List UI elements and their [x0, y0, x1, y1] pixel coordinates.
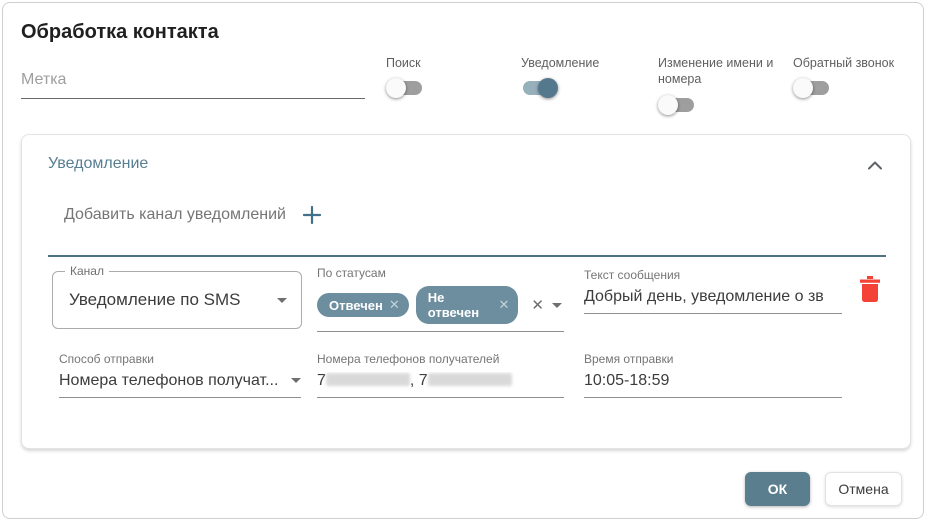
statuses-label: По статусам: [317, 266, 564, 280]
send-time-field: Время отправки 10:05-18:59: [584, 352, 842, 398]
notification-panel: Уведомление Добавить канал уведомлений К…: [21, 134, 911, 449]
channel-select-value: Уведомление по SMS: [69, 290, 241, 310]
toggle-knob: [386, 78, 406, 98]
toggle-name-number-label: Изменение имени и номера: [658, 55, 776, 88]
status-chip-label: Не отвечен: [428, 290, 493, 320]
send-method-field: Способ отправки Номера телефонов получат…: [59, 352, 301, 398]
toggle-knob: [793, 78, 813, 98]
dropdown-arrow-icon[interactable]: [552, 303, 562, 308]
add-channel-label: Добавить канал уведомлений: [64, 206, 286, 224]
recipient-phones-input[interactable]: 7 , 7: [317, 372, 564, 397]
status-chip[interactable]: Не отвечен ✕: [416, 286, 519, 324]
redacted-phone-segment: [428, 373, 512, 386]
plus-icon[interactable]: [302, 205, 322, 225]
message-label: Текст сообщения: [584, 268, 842, 282]
message-input[interactable]: Добрый день, уведомление о зв: [584, 288, 842, 313]
add-channel-row: Добавить канал уведомлений: [64, 205, 322, 225]
toggle-knob: [658, 95, 678, 115]
chip-remove-icon[interactable]: ✕: [389, 297, 400, 313]
channel-divider: [48, 255, 886, 257]
toggle-callback-label: Обратный звонок: [793, 55, 894, 71]
channel-select[interactable]: Канал Уведомление по SMS: [52, 271, 302, 329]
send-method-select[interactable]: Номера телефонов получат...: [59, 372, 301, 398]
status-chip-label: Отвечен: [329, 298, 383, 313]
chevron-up-icon[interactable]: [868, 157, 882, 175]
toggle-notification-label: Уведомление: [521, 55, 599, 71]
message-field: Текст сообщения Добрый день, уведомление…: [584, 268, 842, 314]
recipient-phones-field: Номера телефонов получателей 7 , 7: [317, 352, 564, 398]
redacted-phone-segment: [326, 373, 410, 386]
statuses-field: По статусам Отвечен ✕ Не отвечен ✕ ✕: [317, 266, 564, 332]
statuses-combobox[interactable]: Отвечен ✕ Не отвечен ✕ ✕: [317, 286, 564, 332]
recipient-phones-label: Номера телефонов получателей: [317, 352, 564, 366]
cancel-button[interactable]: Отмена: [825, 472, 902, 506]
chip-remove-icon[interactable]: ✕: [499, 297, 510, 313]
ok-button[interactable]: ОК: [745, 472, 810, 506]
clear-icon[interactable]: ✕: [525, 296, 550, 314]
channel-select-label: Канал: [65, 264, 109, 278]
toggle-group-name-number-change: Изменение имени и номера: [658, 55, 776, 115]
page-title: Обработка контакта: [21, 21, 219, 44]
delete-channel-button[interactable]: [858, 275, 882, 308]
send-method-label: Способ отправки: [59, 352, 301, 366]
notification-panel-title: Уведомление: [48, 155, 148, 173]
label-field-container: [21, 65, 365, 99]
toggle-group-search: Поиск: [386, 55, 424, 98]
send-time-input[interactable]: 10:05-18:59: [584, 372, 842, 397]
dropdown-arrow-icon: [291, 378, 301, 383]
notification-toggle[interactable]: [521, 78, 559, 98]
callback-toggle[interactable]: [793, 78, 831, 98]
toggle-knob: [538, 78, 558, 98]
status-chip[interactable]: Отвечен ✕: [317, 293, 409, 317]
phone-part: , 7: [410, 372, 428, 389]
contact-processing-dialog: Обработка контакта Поиск Уведомление Изм…: [2, 2, 924, 519]
toggle-search-label: Поиск: [386, 55, 424, 71]
toggle-group-notification: Уведомление: [521, 55, 599, 98]
toggle-group-callback: Обратный звонок: [793, 55, 894, 98]
name-number-change-toggle[interactable]: [658, 95, 696, 115]
send-time-label: Время отправки: [584, 352, 842, 366]
phone-part: 7: [317, 372, 326, 389]
dropdown-arrow-icon: [277, 298, 287, 303]
send-method-value: Номера телефонов получат...: [59, 372, 287, 397]
search-toggle[interactable]: [386, 78, 424, 98]
label-input[interactable]: [21, 65, 365, 99]
trash-icon: [858, 275, 882, 303]
